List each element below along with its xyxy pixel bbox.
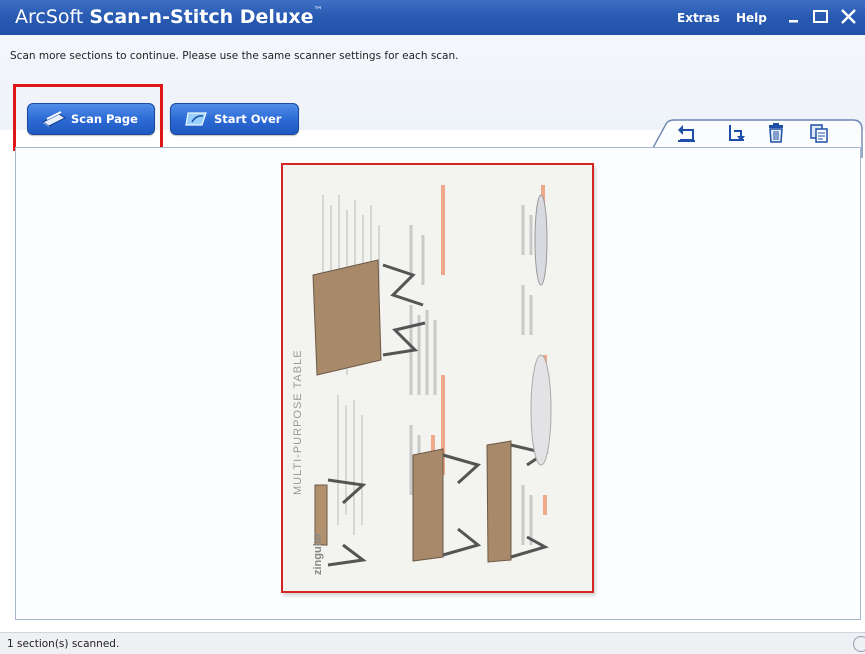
- delete-icon[interactable]: [765, 122, 787, 144]
- instruction-text: Scan more sections to continue. Please u…: [10, 50, 459, 62]
- resize-grip-icon[interactable]: [853, 636, 865, 652]
- maximize-button[interactable]: [810, 6, 832, 28]
- minimize-icon: [789, 20, 798, 23]
- preview-heading: MULTI-PURPOSE TABLE: [292, 349, 304, 495]
- minimize-button[interactable]: [783, 6, 805, 28]
- start-over-button[interactable]: Start Over: [170, 103, 299, 135]
- start-over-icon: [185, 112, 207, 126]
- scan-page-highlight: [13, 84, 163, 151]
- status-bar: 1 section(s) scanned.: [0, 632, 865, 654]
- status-text: 1 section(s) scanned.: [7, 638, 120, 650]
- menu-help[interactable]: Help: [736, 11, 767, 25]
- menu-extras[interactable]: Extras: [677, 11, 720, 25]
- close-icon: [841, 9, 856, 24]
- close-button[interactable]: [838, 6, 860, 28]
- start-over-label: Start Over: [214, 112, 282, 126]
- rotate-left-icon[interactable]: [676, 122, 698, 144]
- preview-brand: zingular: [312, 532, 324, 575]
- maximize-icon: [813, 10, 828, 23]
- rotate-right-icon[interactable]: [726, 122, 748, 144]
- copy-icon[interactable]: [808, 122, 830, 144]
- app-title: ArcSoft Scan-n-Stitch Deluxe™: [15, 6, 323, 28]
- scanned-page-preview[interactable]: MULTI-PURPOSE TABLE zingular: [281, 163, 594, 593]
- title-bar: ArcSoft Scan-n-Stitch Deluxe™ Extras Hel…: [0, 0, 865, 35]
- scanned-image: MULTI-PURPOSE TABLE zingular: [283, 165, 592, 591]
